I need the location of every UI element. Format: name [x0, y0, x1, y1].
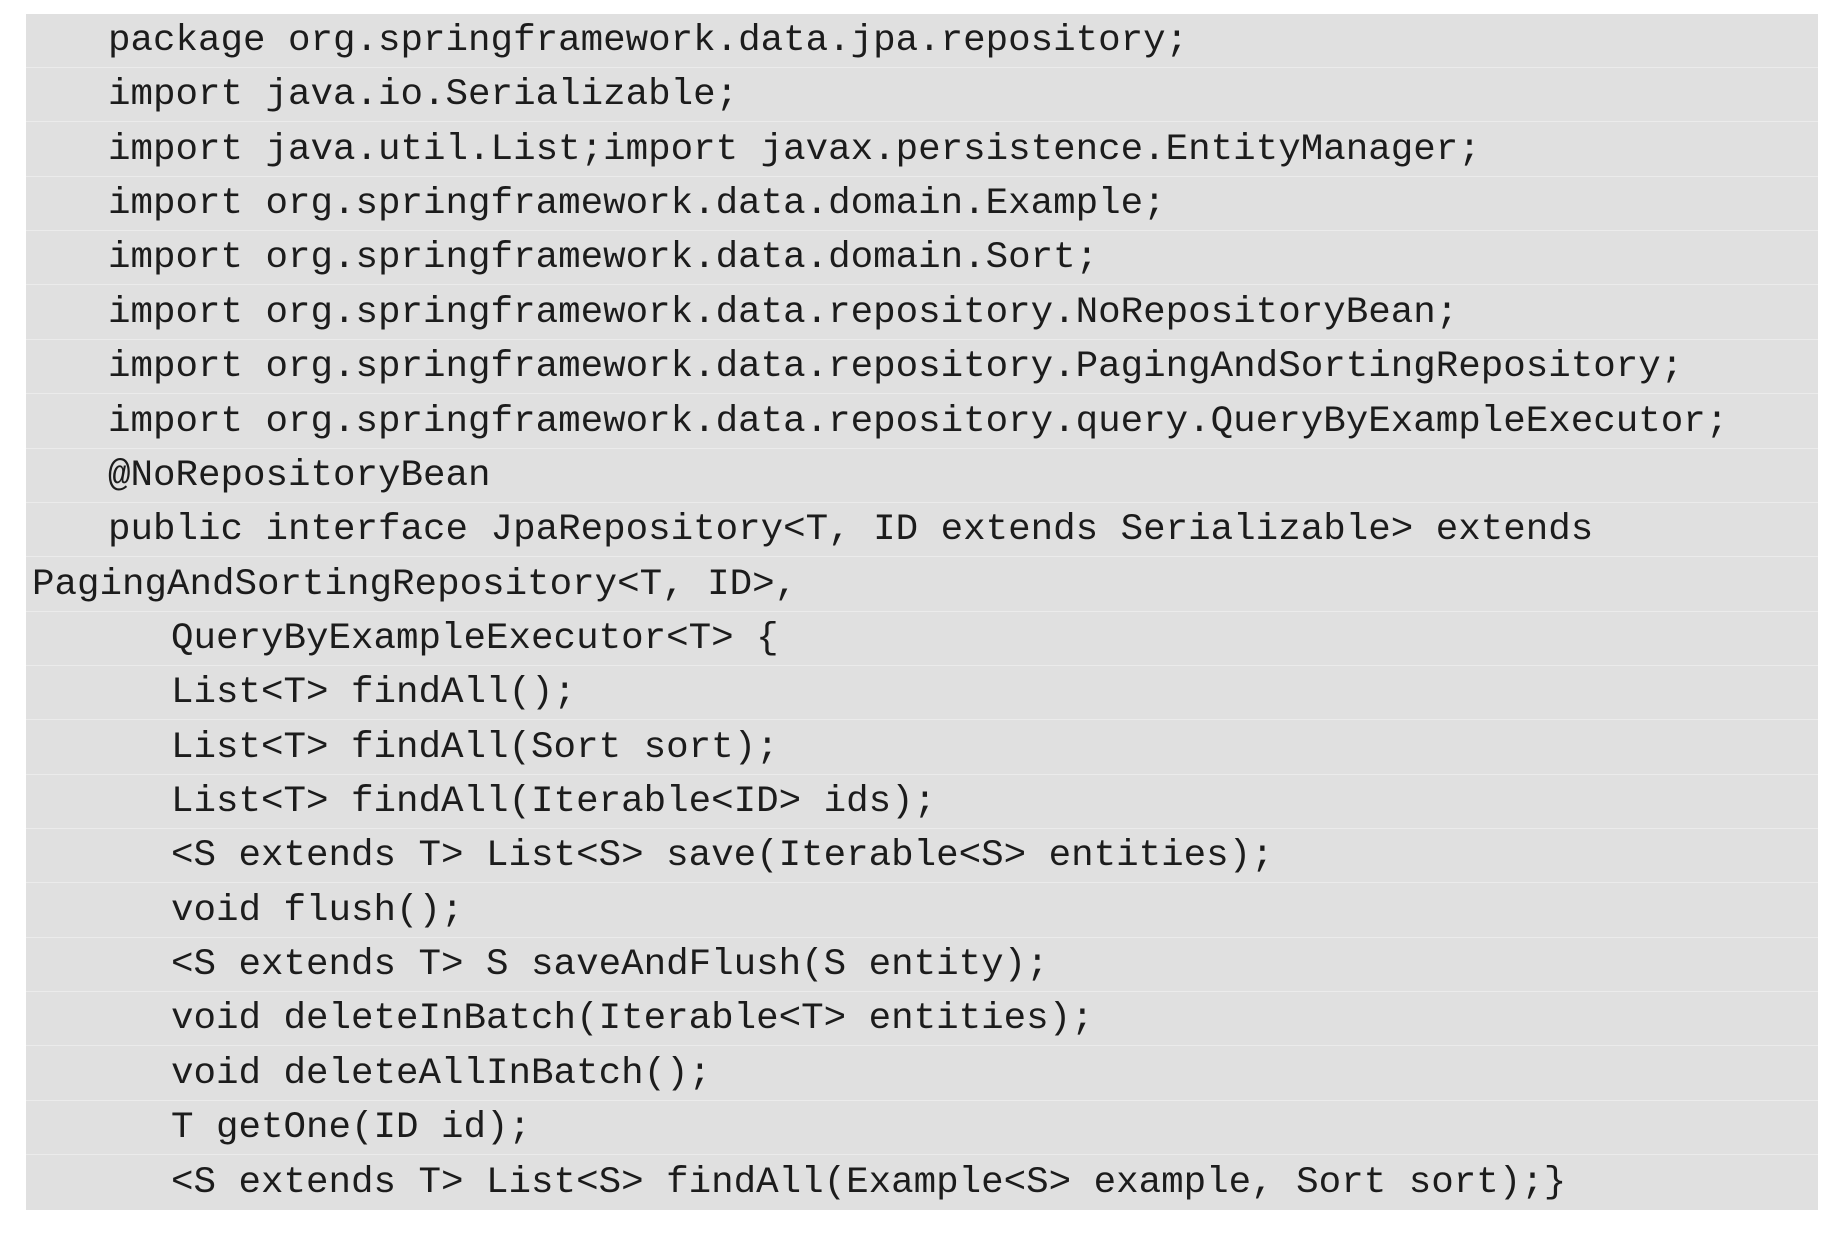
code-line: @NoRepositoryBean	[26, 449, 1818, 503]
code-line: package org.springframework.data.jpa.rep…	[26, 14, 1818, 68]
code-block: package org.springframework.data.jpa.rep…	[26, 14, 1818, 1210]
code-line: import org.springframework.data.reposito…	[26, 340, 1818, 395]
code-line: void deleteInBatch(Iterable<T> entities)…	[26, 992, 1818, 1047]
code-line: <S extends T> List<S> findAll(Example<S>…	[171, 1161, 1567, 1204]
code-line: List<T> findAll(Sort sort);	[26, 721, 1818, 775]
code-line: import org.springframework.data.domain.S…	[26, 231, 1818, 286]
code-line: void deleteAllInBatch();	[26, 1047, 1818, 1101]
code-line: T getOne(ID id);	[26, 1101, 1818, 1156]
code-line: <S extends T> List<S> save(Iterable<S> e…	[26, 829, 1818, 884]
code-line: import java.util.List;import javax.persi…	[26, 123, 1818, 177]
code-line: List<T> findAll(Iterable<ID> ids);	[26, 775, 1818, 830]
code-line: QueryByExampleExecutor<T> {	[26, 612, 1818, 666]
code-line: import java.io.Serializable;	[26, 68, 1818, 123]
code-line: public interface JpaRepository<T, ID ext…	[26, 503, 1818, 558]
code-line: <S extends T> S saveAndFlush(S entity);	[26, 938, 1818, 993]
code-line: PagingAndSortingRepository<T, ID>,	[26, 558, 1818, 612]
code-line: void flush();	[26, 884, 1818, 938]
code-line: import org.springframework.data.reposito…	[26, 395, 1818, 449]
code-line: List<T> findAll();	[26, 666, 1818, 721]
code-line: import org.springframework.data.domain.E…	[26, 177, 1818, 232]
code-line: import org.springframework.data.reposito…	[26, 286, 1818, 340]
